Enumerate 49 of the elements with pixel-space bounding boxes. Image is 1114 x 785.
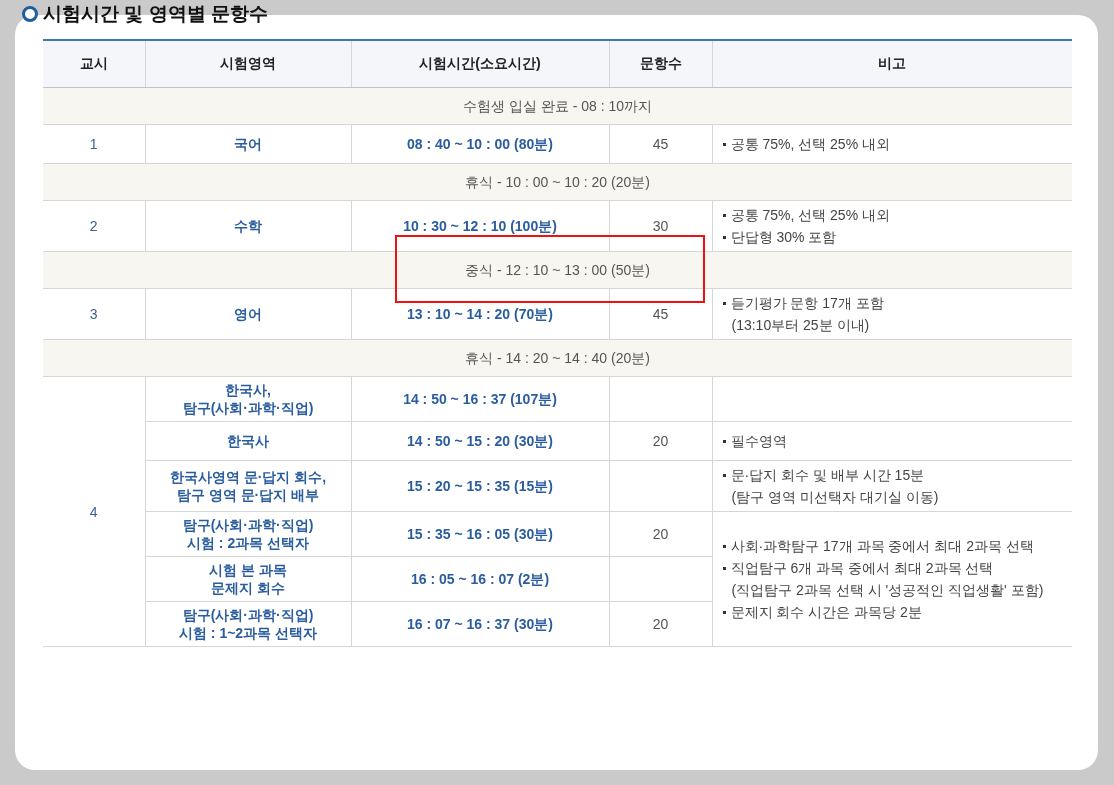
table-cell: 국어 — [145, 124, 351, 164]
column-header: 교시 — [43, 40, 145, 88]
note-text: 듣기평가 문항 17개 포함 — [730, 294, 884, 313]
table-cell: 시험 본 과목 문제지 회수 — [145, 556, 351, 602]
table-cell: 14 : 50 ~ 15 : 20 (30분) — [351, 421, 609, 461]
note-text: 공통 75%, 선택 25% 내외 — [730, 135, 890, 154]
table-cell: 탐구(사회·과학·직업) 시험 : 1~2과목 선택자 — [145, 601, 351, 647]
section-title: 시험시간 및 영역별 문항수 — [43, 2, 268, 26]
break-text: 휴식 - 14 : 20 ~ 14 : 40 (20분) — [465, 350, 650, 366]
table-cell: 30 — [609, 200, 712, 252]
table-cell: 15 : 20 ~ 15 : 35 (15분) — [351, 460, 609, 512]
table-cell: 10 : 30 ~ 12 : 10 (100분) — [351, 200, 609, 252]
table-cell: 20 — [609, 421, 712, 461]
note-text: (13:10부터 25분 이내) — [731, 316, 870, 335]
note-text: 문제지 회수 시간은 과목당 2분 — [730, 603, 922, 622]
table-cell: 16 : 05 ~ 16 : 07 (2분) — [351, 556, 609, 602]
note-text: 공통 75%, 선택 25% 내외 — [730, 206, 890, 225]
table-cell: 3 — [43, 288, 145, 340]
column-header: 시험영역 — [145, 40, 351, 88]
note-text: 사회·과학탐구 17개 과목 중에서 최대 2과목 선택 — [730, 537, 1034, 556]
note-text: 문·답지 회수 및 배부 시간 15분 — [730, 466, 925, 485]
table-cell: 수학 — [145, 200, 351, 252]
table-cell: 1 — [43, 124, 145, 164]
table-cell: 한국사영역 문·답지 회수, 탐구 영역 문·답지 배부 — [145, 460, 351, 512]
note-text: 단답형 30% 포함 — [730, 228, 837, 247]
table-cell: 탐구(사회·과학·직업) 시험 : 2과목 선택자 — [145, 511, 351, 557]
table-cell: 16 : 07 ~ 16 : 37 (30분) — [351, 601, 609, 647]
table-cell: 45 — [609, 124, 712, 164]
table-cell: 4 — [43, 376, 145, 647]
table-cell: 한국사, 탐구(사회·과학·직업) — [145, 376, 351, 422]
column-header: 문항수 — [609, 40, 712, 88]
table-cell: 영어 — [145, 288, 351, 340]
note-text: (직업탐구 2과목 선택 시 '성공적인 직업생활' 포함) — [731, 581, 1044, 600]
note-text: (탐구 영역 미선택자 대기실 이동) — [731, 488, 939, 507]
column-header: 비고 — [712, 40, 1072, 88]
break-text: 휴식 - 10 : 00 ~ 10 : 20 (20분) — [465, 174, 650, 190]
note-text: 필수영역 — [730, 432, 787, 451]
table-cell: 15 : 35 ~ 16 : 05 (30분) — [351, 511, 609, 557]
table-cell: 20 — [609, 511, 712, 557]
table-cell: 45 — [609, 288, 712, 340]
table-cell: 2 — [43, 200, 145, 252]
break-text: 수험생 입실 완료 - 08 : 10까지 — [462, 98, 652, 114]
note-text: 직업탐구 6개 과목 중에서 최대 2과목 선택 — [730, 559, 994, 578]
table-cell: 13 : 10 ~ 14 : 20 (70분) — [351, 288, 609, 340]
column-header: 시험시간(소요시간) — [351, 40, 609, 88]
table-cell: 08 : 40 ~ 10 : 00 (80분) — [351, 124, 609, 164]
break-text: 중식 - 12 : 10 ~ 13 : 00 (50분) — [465, 262, 650, 278]
table-cell: 한국사 — [145, 421, 351, 461]
table-cell: 14 : 50 ~ 16 : 37 (107분) — [351, 376, 609, 422]
